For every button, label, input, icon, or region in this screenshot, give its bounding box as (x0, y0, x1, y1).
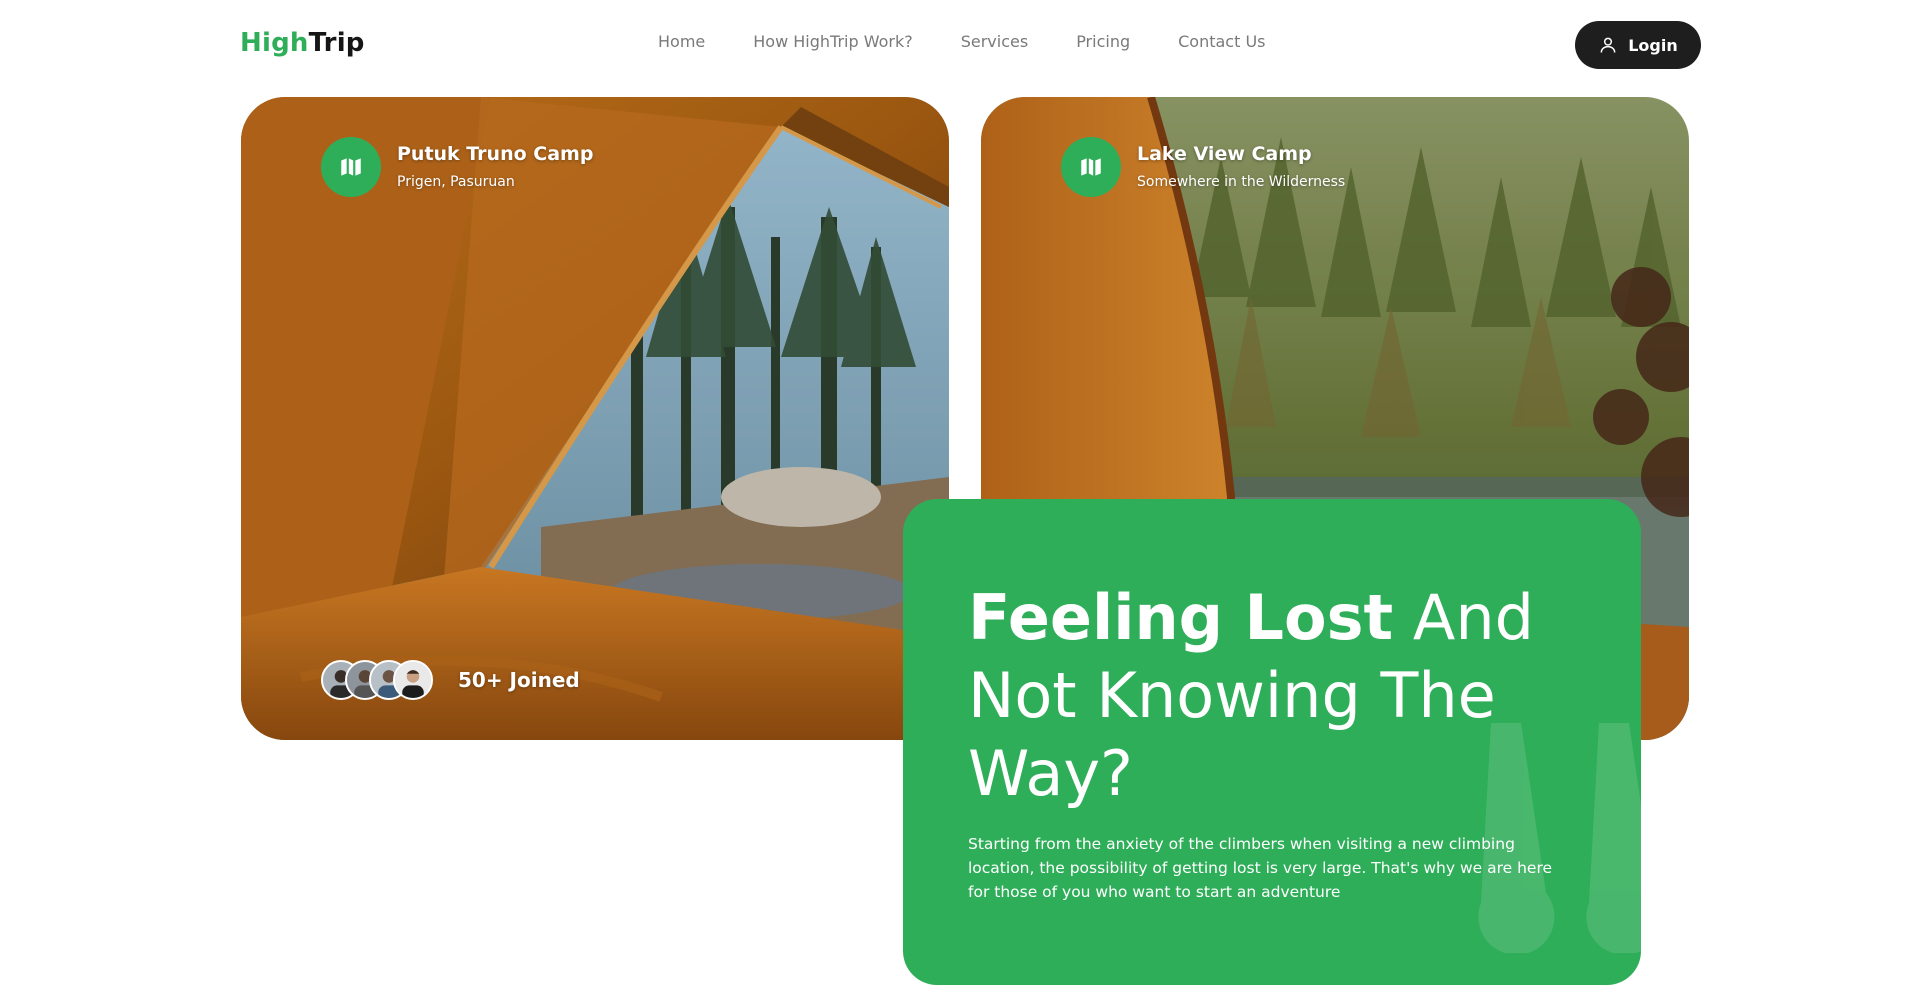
nav-pricing[interactable]: Pricing (1076, 32, 1130, 51)
card-title: Putuk Truno Camp (397, 143, 594, 165)
map-icon (341, 158, 361, 176)
hero-panel: Feeling Lost And Not Knowing The Way? St… (903, 499, 1641, 985)
card-location: Prigen, Pasuruan (397, 174, 515, 190)
login-label: Login (1628, 35, 1678, 55)
hero-description: Starting from the anxiety of the climber… (968, 835, 1553, 901)
login-button[interactable]: Login (1575, 21, 1701, 69)
nav-services[interactable]: Services (961, 32, 1028, 51)
card-location: Somewhere in the Wilderness (1137, 174, 1346, 190)
camp-card-putuk-truno[interactable]: Putuk Truno Camp Prigen, Pasuruan 50+ Jo… (241, 97, 949, 740)
map-badge (1061, 137, 1121, 197)
map-badge (321, 137, 381, 197)
card-title: Lake View Camp (1137, 143, 1312, 165)
hero-headline-bold: Feeling Lost (968, 581, 1394, 654)
joined-count: 50+ Joined (458, 668, 580, 692)
logo-trip: Trip (308, 28, 365, 58)
logo[interactable]: HighTrip (240, 28, 365, 58)
nav-how-it-works[interactable]: How HighTrip Work? (753, 32, 912, 51)
nav-contact[interactable]: Contact Us (1178, 32, 1265, 51)
logo-high: High (240, 28, 309, 58)
map-icon (1081, 158, 1101, 176)
nav-home[interactable]: Home (658, 32, 705, 51)
avatar (393, 660, 433, 700)
avatar-group (321, 660, 433, 700)
user-icon (1600, 37, 1616, 53)
landing-page: HighTrip Home How HighTrip Work? Service… (0, 0, 1920, 1000)
main-nav: Home How HighTrip Work? Services Pricing… (658, 32, 1266, 51)
hero-headline: Feeling Lost And Not Knowing The Way? (968, 579, 1568, 813)
